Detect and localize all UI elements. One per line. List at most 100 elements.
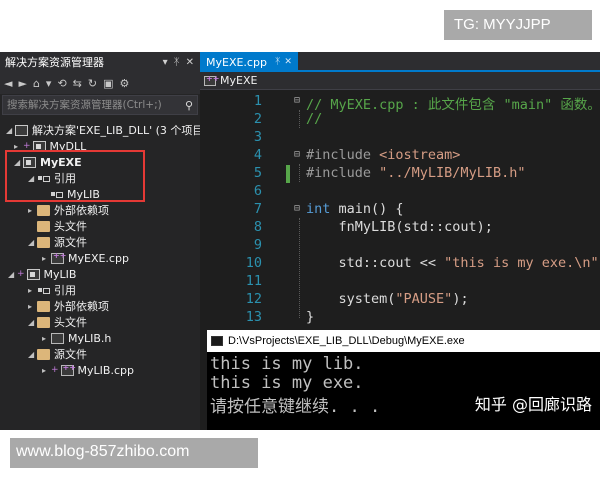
tree-item-label: MyLIB.cpp xyxy=(77,363,134,377)
expanded-arrow-icon[interactable]: ◢ xyxy=(28,318,37,327)
collapse-all-icon[interactable]: ▣ xyxy=(103,77,113,90)
code-line: fnMyLIB(std::cout); xyxy=(306,219,493,235)
solution-icon xyxy=(15,124,28,136)
tree-item-solution[interactable]: ◢ 解决方案'EXE_LIB_DLL' (3 个项目) xyxy=(6,122,208,138)
console-window[interactable]: D:\VsProjects\EXE_LIB_DLL\Debug\MyEXE.ex… xyxy=(207,330,600,430)
code-text: system( xyxy=(306,291,396,307)
line-number: 12 xyxy=(245,291,262,307)
tree-item-myexe-external-deps[interactable]: ▸ 外部依赖项 xyxy=(28,202,109,218)
tree-item-label: MyLIB xyxy=(43,267,77,281)
tree-item-mylib-references[interactable]: ▸ 引用 xyxy=(28,282,76,298)
tree-item-mylib-header-files[interactable]: ◢ 头文件 xyxy=(28,314,87,330)
collapsed-arrow-icon[interactable]: ▸ xyxy=(28,302,37,311)
tree-item-mylib-external-deps[interactable]: ▸ 外部依赖项 xyxy=(28,298,109,314)
collapsed-arrow-icon[interactable]: ▸ xyxy=(28,286,37,295)
collapsed-arrow-icon[interactable]: ▸ xyxy=(28,206,37,215)
code-line: #include "../MyLIB/MyLIB.h" xyxy=(306,165,525,181)
console-icon xyxy=(211,336,223,346)
nav-project-label: MyEXE xyxy=(220,74,258,87)
folder-icon xyxy=(37,316,50,328)
line-number: 8 xyxy=(253,219,262,235)
code-text: main() { xyxy=(330,201,404,217)
line-number: 7 xyxy=(253,201,262,217)
vs-screenshot: 解决方案资源管理器 ▾ ᛡ ✕ ◄ ► ⌂ ▾ ⟲ ⇆ ↻ ▣ ⚙ ⚲ ◢ xyxy=(0,52,600,430)
search-icon[interactable]: ⚲ xyxy=(185,99,193,112)
sync-icon[interactable]: ⇆ xyxy=(73,77,82,90)
close-icon[interactable]: ✕ xyxy=(284,57,292,67)
watermark-top: TG: MYYJJPP xyxy=(444,10,592,40)
collapsed-arrow-icon[interactable]: ▸ xyxy=(42,366,51,375)
fold-guide xyxy=(299,110,300,128)
tab-myexe-cpp[interactable]: MyEXE.cpp ᛡ ✕ xyxy=(200,52,298,70)
fold-icon[interactable]: ⊟ xyxy=(294,149,300,160)
tree-item-mylib-h[interactable]: ▸ MyLIB.h xyxy=(42,330,111,346)
solution-explorer-title: 解决方案资源管理器 xyxy=(5,56,104,69)
expanded-arrow-icon[interactable]: ◢ xyxy=(8,270,17,279)
console-output-line: this is my lib. xyxy=(210,354,364,374)
solution-explorer: 解决方案资源管理器 ▾ ᛡ ✕ ◄ ► ⌂ ▾ ⟲ ⇆ ↻ ▣ ⚙ ⚲ ◢ xyxy=(0,52,208,430)
line-number: 3 xyxy=(253,129,262,145)
code-line: // MyEXE.cpp : 此文件包含 "main" 函数。 xyxy=(306,93,600,113)
expanded-arrow-icon[interactable]: ◢ xyxy=(28,238,37,247)
folder-icon xyxy=(37,220,50,232)
tree-item-myexe-header-files[interactable]: 头文件 xyxy=(37,218,87,234)
tree-item-label: 源文件 xyxy=(54,348,87,361)
project-icon xyxy=(26,268,40,280)
tree-item-myexe-source-files[interactable]: ◢ 源文件 xyxy=(28,234,87,250)
back-icon[interactable]: ◄ xyxy=(4,77,12,90)
tree-item-mylib[interactable]: ◢ + MyLIB xyxy=(8,266,76,282)
editor-tab-bar: MyEXE.cpp ᛡ ✕ xyxy=(200,52,600,72)
folder-icon xyxy=(37,204,50,216)
properties-icon[interactable]: ⚙ xyxy=(120,77,130,90)
history-icon[interactable]: ⟲ xyxy=(57,77,66,90)
tree-item-label: 源文件 xyxy=(54,236,87,249)
dropdown-icon[interactable]: ▾ xyxy=(163,57,168,68)
expanded-arrow-icon[interactable]: ◢ xyxy=(6,126,15,135)
collapsed-arrow-icon[interactable]: ▸ xyxy=(42,334,51,343)
solution-explorer-search[interactable]: ⚲ xyxy=(2,95,198,115)
tree-item-label: 外部依赖项 xyxy=(54,204,109,217)
watermark-bottom: www.blog-857zhibo.com xyxy=(10,438,258,468)
tree-item-myexe-cpp[interactable]: ▸ MyEXE.cpp xyxy=(42,250,129,266)
cpp-file-icon xyxy=(60,363,76,376)
fold-icon[interactable]: ⊟ xyxy=(294,203,300,214)
preprocessor-keyword: #include xyxy=(306,165,372,181)
tree-item-label: MyLIB.h xyxy=(68,331,112,345)
code-text: } xyxy=(306,309,315,325)
editor-nav-bar[interactable]: MyEXE xyxy=(200,72,600,90)
pin-icon[interactable]: ᛡ xyxy=(275,57,280,67)
solution-explorer-toolbar: ◄ ► ⌂ ▾ ⟲ ⇆ ↻ ▣ ⚙ xyxy=(0,72,200,94)
line-number: 9 xyxy=(253,237,262,253)
console-output-line: this is my exe. xyxy=(210,373,364,393)
home-icon[interactable]: ⌂ xyxy=(33,77,40,90)
preprocessor-keyword: #include xyxy=(306,147,372,163)
tree-item-label: 引用 xyxy=(54,284,76,297)
refresh-icon[interactable]: ↻ xyxy=(88,77,97,90)
pin-icon[interactable]: ᛡ xyxy=(174,57,180,68)
search-input[interactable] xyxy=(7,99,167,111)
tree-item-label: 解决方案'EXE_LIB_DLL' (3 个项目) xyxy=(32,124,208,137)
tree-item-mylib-source-files[interactable]: ◢ 源文件 xyxy=(28,346,87,362)
code-text: fnMyLIB(std::cout); xyxy=(306,219,493,235)
fold-icon[interactable]: ⊟ xyxy=(294,95,300,106)
console-output-line: 请按任意键继续. . . xyxy=(210,397,381,417)
console-title-bar[interactable]: D:\VsProjects\EXE_LIB_DLL\Debug\MyEXE.ex… xyxy=(207,330,600,352)
code-text: std::cout << xyxy=(306,255,445,271)
code-line: std::cout << "this is my exe.\n"; xyxy=(306,255,600,271)
collapsed-arrow-icon[interactable]: ▸ xyxy=(42,254,51,263)
code-line: // xyxy=(306,111,322,127)
references-icon xyxy=(37,285,50,296)
type-keyword: int xyxy=(306,201,331,217)
folder-icon xyxy=(37,348,50,360)
comment-text: // MyEXE.cpp : 此文件包含 "main" 函数。 xyxy=(306,97,600,113)
switch-views-icon[interactable]: ▾ xyxy=(46,77,52,90)
code-text: ); xyxy=(452,291,469,307)
forward-icon[interactable]: ► xyxy=(18,77,26,90)
code-area[interactable]: 1 2 3 4 5 6 7 8 9 10 11 12 13 ⊟ ⊟ ⊟ // M… xyxy=(200,92,600,332)
expanded-arrow-icon[interactable]: ◢ xyxy=(28,350,37,359)
tree-item-mylib-cpp[interactable]: ▸ + MyLIB.cpp xyxy=(42,362,134,378)
header-file-icon xyxy=(51,332,64,344)
tree-item-label: MyEXE.cpp xyxy=(68,251,129,265)
line-number: 6 xyxy=(253,183,262,199)
close-icon[interactable]: ✕ xyxy=(186,57,194,68)
